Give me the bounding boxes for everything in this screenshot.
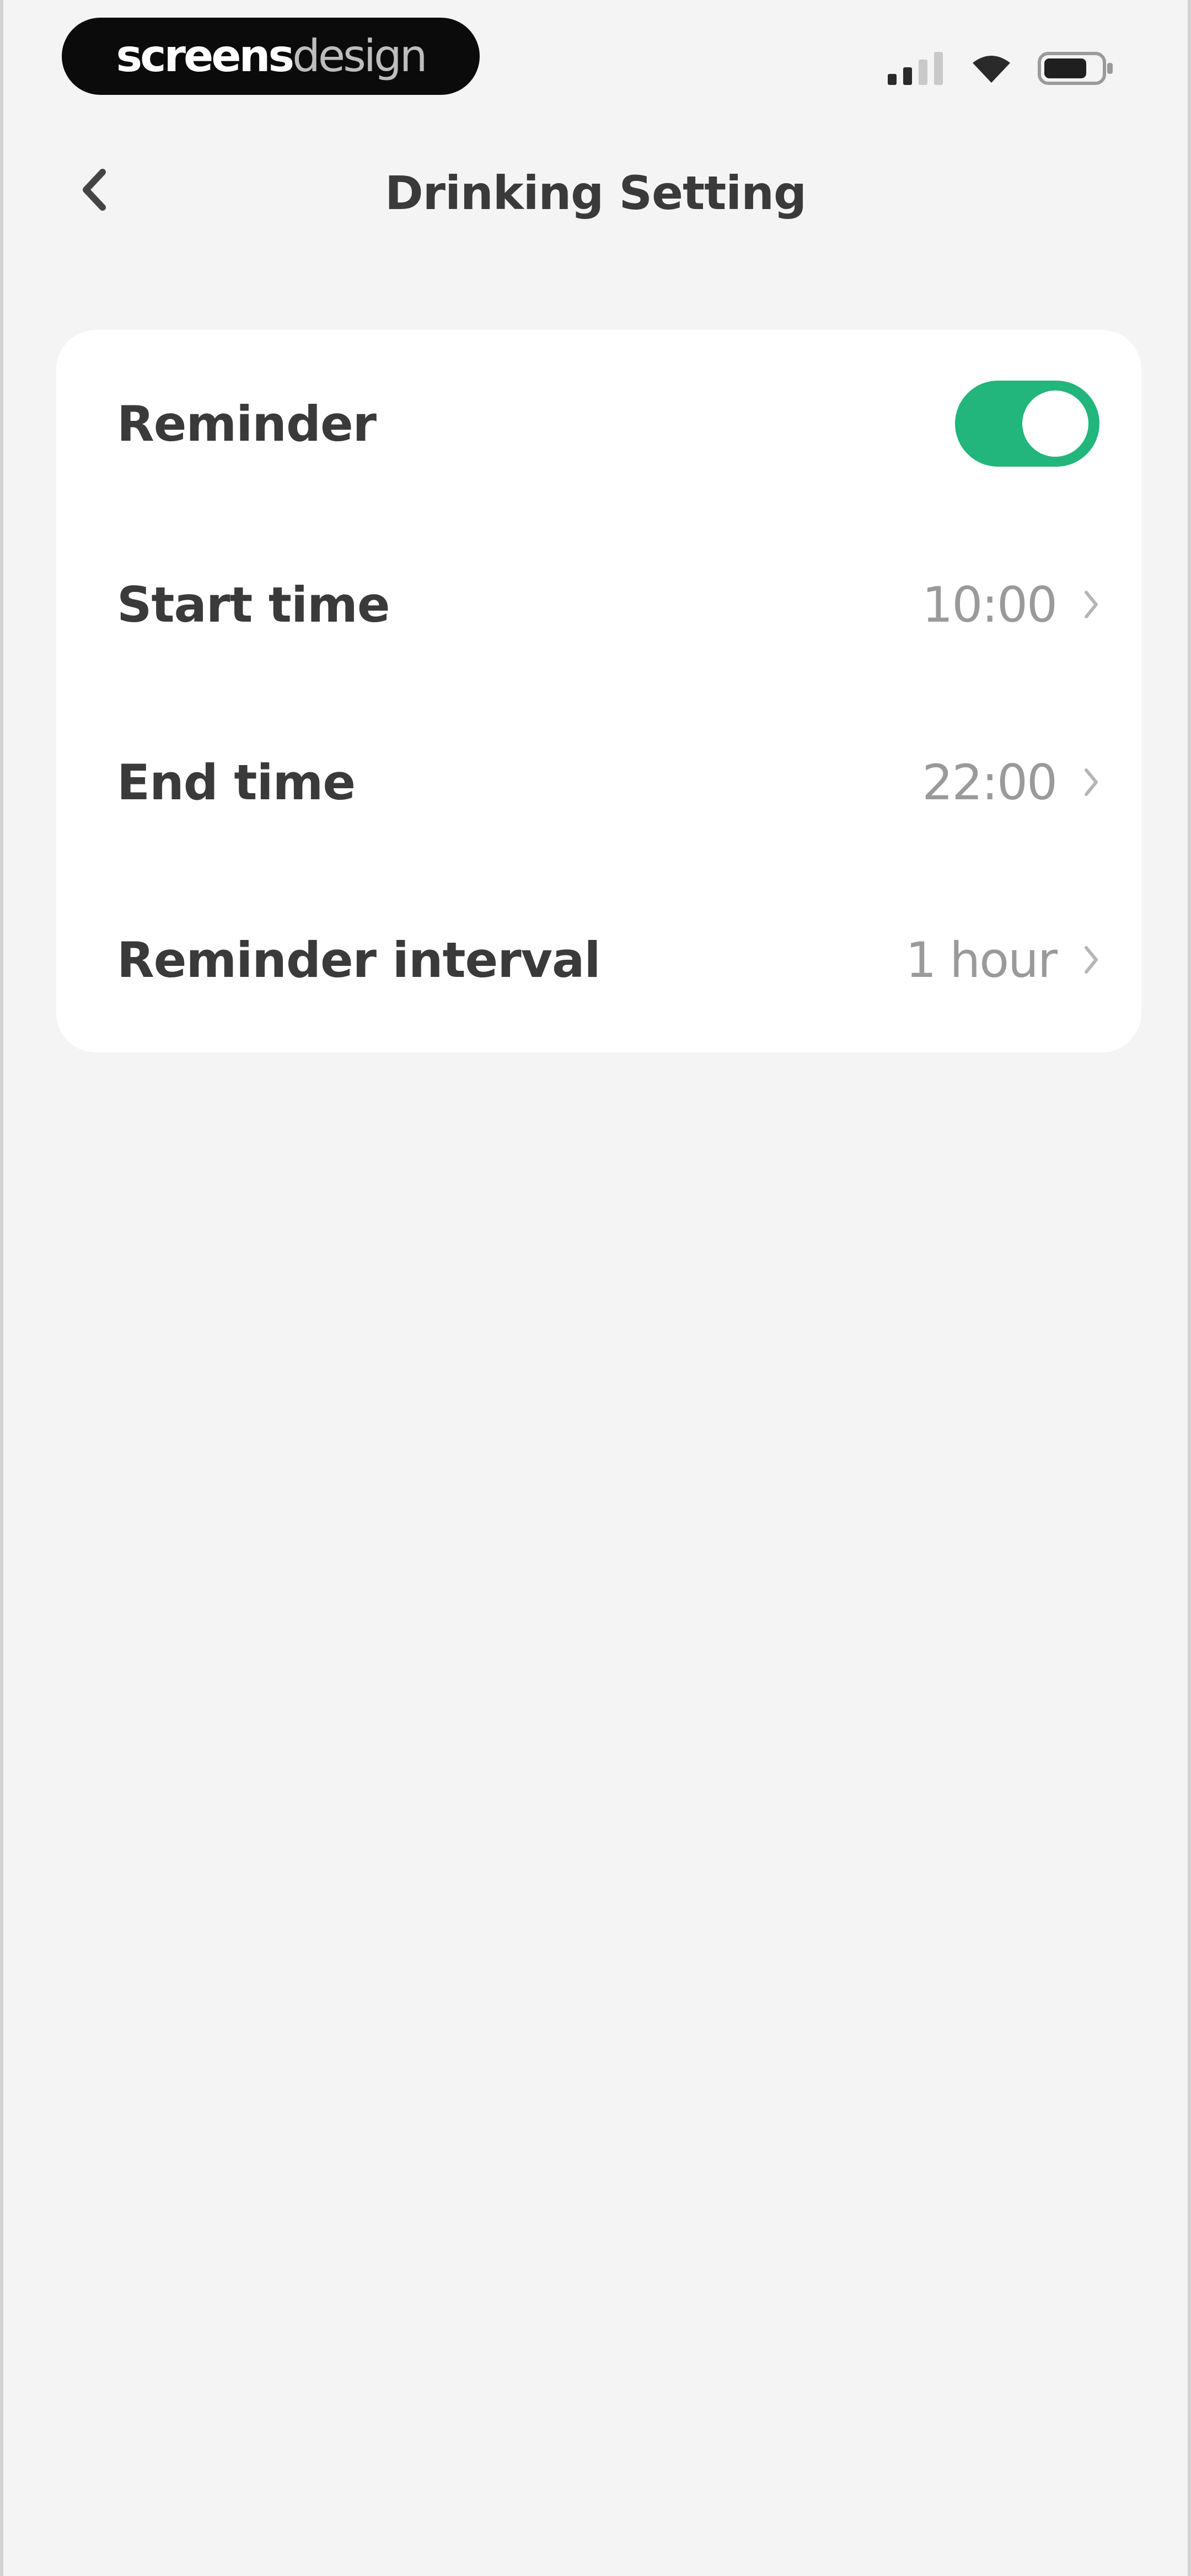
reminder-interval-row[interactable]: Reminder interval 1 hour xyxy=(117,910,1099,1009)
status-bar: screens design xyxy=(3,0,1188,121)
start-time-value: 10:00 xyxy=(922,576,1058,633)
reminder-interval-value-group: 1 hour xyxy=(905,932,1099,988)
reminder-interval-value: 1 hour xyxy=(905,931,1058,988)
reminder-interval-label: Reminder interval xyxy=(117,931,601,988)
status-icons xyxy=(888,49,1115,88)
end-time-value-group: 22:00 xyxy=(922,754,1099,811)
page-title: Drinking Setting xyxy=(384,166,807,220)
brand-logo: screens design xyxy=(62,18,480,95)
end-time-label: End time xyxy=(117,753,356,811)
start-time-label: Start time xyxy=(117,576,390,633)
start-time-row[interactable]: Start time 10:00 xyxy=(117,555,1099,654)
reminder-label: Reminder xyxy=(117,395,377,452)
reminder-row: Reminder xyxy=(117,374,1099,473)
wifi-icon xyxy=(970,53,1012,84)
start-time-value-group: 10:00 xyxy=(922,576,1099,633)
chevron-right-icon xyxy=(1083,588,1099,621)
signal-icon xyxy=(888,52,945,85)
settings-card: Reminder Start time 10:00 End time 22:00 xyxy=(56,330,1141,1052)
nav-bar: Drinking Setting xyxy=(3,138,1188,248)
toggle-knob xyxy=(1022,391,1088,457)
end-time-row[interactable]: End time 22:00 xyxy=(117,733,1099,832)
brand-logo-part1: screens xyxy=(116,30,295,82)
reminder-toggle[interactable] xyxy=(955,381,1099,467)
end-time-value: 22:00 xyxy=(922,753,1058,811)
phone-screen: screens design Drinking Setting Reminder… xyxy=(0,0,1191,2576)
brand-logo-part2: design xyxy=(292,30,427,82)
chevron-right-icon xyxy=(1083,766,1099,799)
battery-icon xyxy=(1038,52,1115,85)
chevron-right-icon xyxy=(1083,943,1099,976)
